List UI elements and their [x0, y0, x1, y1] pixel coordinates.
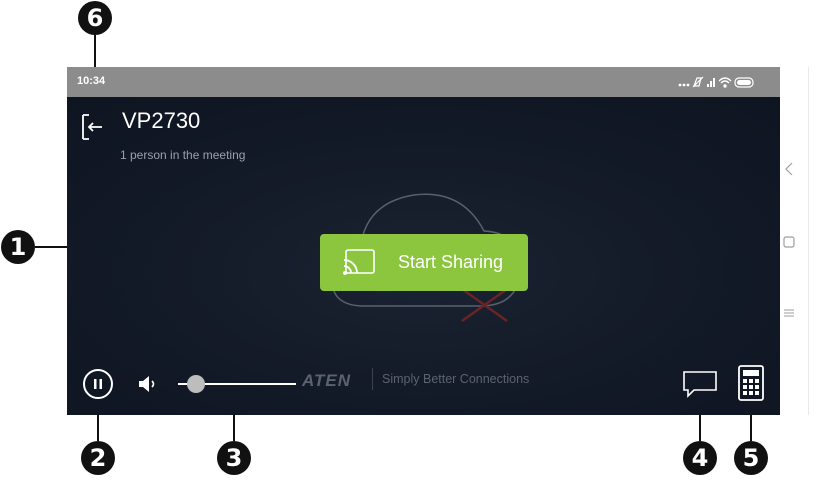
volume-slider-thumb[interactable] [187, 375, 205, 393]
battery-icon [734, 77, 754, 88]
callout-2-leader [97, 415, 99, 441]
home-square-icon[interactable] [783, 236, 795, 248]
mute-icon [692, 76, 704, 88]
meeting-title: VP2730 [122, 108, 201, 133]
brand-divider [372, 368, 373, 390]
callout-6-leader [94, 34, 96, 67]
callout-1-leader [35, 246, 67, 248]
callout-4: 4 [683, 441, 717, 475]
keypad-icon[interactable] [738, 365, 764, 401]
aten-logo: ATEN [302, 371, 352, 390]
status-icons [678, 76, 754, 88]
meeting-screen: VP2730 1 person in the meeting Start Sha… [67, 97, 808, 415]
menu-lines-icon[interactable] [783, 307, 795, 319]
callout-3: 3 [217, 441, 251, 475]
system-nav-panel [780, 67, 822, 415]
callout-4-leader [699, 415, 701, 441]
start-sharing-button[interactable]: Start Sharing [320, 234, 528, 291]
pause-button[interactable] [83, 369, 113, 399]
exit-icon[interactable] [81, 113, 103, 141]
back-chevron-icon[interactable] [784, 162, 794, 176]
callout-5-leader [750, 415, 752, 441]
callout-3-leader [233, 415, 235, 441]
brand-tagline: Simply Better Connections [382, 372, 530, 386]
wifi-icon [718, 77, 732, 88]
callout-2: 2 [81, 441, 115, 475]
cast-icon [343, 249, 375, 275]
status-bar: 10:34 [67, 67, 808, 97]
signal-icon [707, 78, 715, 87]
callout-6: 6 [78, 1, 112, 35]
more-dots-icon [678, 83, 690, 87]
chat-icon[interactable] [682, 370, 718, 398]
pause-icon [94, 379, 102, 389]
callout-1: 1 [1, 230, 35, 264]
speaker-icon[interactable] [138, 375, 160, 393]
start-sharing-label: Start Sharing [398, 252, 504, 272]
callout-5: 5 [734, 441, 768, 475]
status-time: 10:34 [77, 75, 106, 87]
participant-count: 1 person in the meeting [120, 148, 246, 162]
